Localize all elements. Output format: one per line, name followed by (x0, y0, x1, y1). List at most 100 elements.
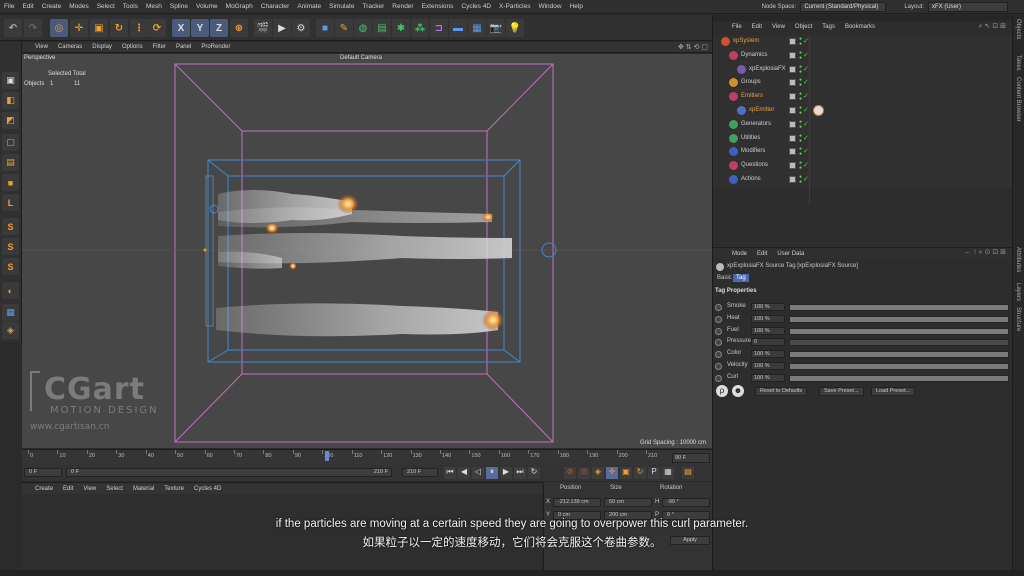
attribute-menu-item[interactable]: Edit (752, 251, 772, 257)
z-axis-button[interactable]: Z (210, 19, 228, 37)
menu-item[interactable]: Character (257, 3, 294, 10)
key-rotation-icon[interactable]: ↻ (634, 467, 646, 479)
enabled-check-icon[interactable]: ✓ (803, 147, 809, 155)
tab-objects[interactable]: Objects (1015, 19, 1021, 39)
visibility-dots-icon[interactable]: ● ● (799, 147, 802, 157)
property-value-field[interactable]: 100 % (751, 350, 785, 359)
material-menu-item[interactable]: Select (101, 486, 128, 492)
menu-item[interactable]: Tools (119, 3, 142, 10)
enabled-check-icon[interactable]: ✓ (803, 106, 809, 114)
viewport-menu-item[interactable]: Cameras (53, 44, 87, 50)
menu-item[interactable]: Modes (65, 3, 93, 10)
menu-item[interactable]: Mesh (142, 3, 166, 10)
object-row[interactable]: Dynamics ● ● ✓ (713, 48, 1013, 63)
preset-icon[interactable]: ☻ (732, 385, 744, 397)
timeline-window-icon[interactable]: ▤ (682, 467, 694, 479)
property-anim-icon[interactable] (715, 374, 722, 382)
go-to-end-icon[interactable]: ⏭ (514, 467, 526, 479)
material-menu-item[interactable]: Edit (58, 486, 78, 492)
live-selection-icon[interactable]: ◎ (50, 19, 68, 37)
menu-item[interactable]: Help (566, 3, 587, 10)
property-value-field[interactable]: 100 % (751, 326, 785, 335)
end-frame-field-2[interactable]: 210 F (402, 468, 438, 477)
object-row[interactable]: Emitters ● ● ✓ (713, 90, 1013, 105)
xp-tag-icon[interactable] (813, 105, 824, 116)
menu-item[interactable]: Select (93, 3, 119, 10)
start-frame-field[interactable]: 0 F (24, 468, 62, 477)
undo-icon[interactable]: ↶ (4, 19, 22, 37)
menu-item[interactable]: MoGraph (222, 3, 257, 10)
camera-icon[interactable]: 📷 (487, 19, 505, 37)
property-anim-icon[interactable] (715, 363, 722, 370)
cloner-icon[interactable]: ✱ (392, 19, 410, 37)
object-visibility-checkbox[interactable] (789, 162, 796, 170)
object-visibility-checkbox[interactable] (789, 148, 796, 156)
polygons-mode-icon[interactable]: ■ (2, 174, 19, 191)
make-editable-icon[interactable]: ▣ (2, 72, 19, 89)
property-slider[interactable] (789, 327, 1009, 335)
object-row[interactable]: xpEmitter ● ● ✓ (713, 104, 1013, 118)
visibility-dots-icon[interactable]: ● ● (799, 106, 802, 116)
object-row[interactable]: Utilities ● ● ✓ (713, 131, 1013, 146)
object-visibility-checkbox[interactable] (789, 134, 796, 142)
visibility-dots-icon[interactable]: ● ● (799, 161, 802, 171)
rotate-icon[interactable]: ↻ (110, 19, 128, 37)
object-row[interactable]: Modifiers ● ● ✓ (713, 145, 1013, 160)
pen-icon[interactable]: ✎ (335, 19, 353, 37)
points-mode-icon[interactable]: ▢ (2, 134, 19, 151)
current-frame-readout[interactable]: 90 F (672, 453, 710, 463)
node-space-dropdown[interactable]: Current (Standard/Physical) (800, 2, 887, 12)
key-position-icon[interactable]: ✛ (606, 467, 618, 479)
enabled-check-icon[interactable]: ✓ (803, 92, 809, 100)
tab-structure[interactable]: Structure (1015, 307, 1021, 331)
object-visibility-checkbox[interactable] (789, 38, 796, 45)
object-menu-item[interactable]: File (727, 24, 747, 30)
workplane-icon[interactable]: ◐ (2, 282, 19, 299)
visibility-dots-icon[interactable]: ● ● (799, 37, 802, 47)
render-settings-icon[interactable]: ⚙ (292, 19, 310, 37)
object-manager-search-icons[interactable]: ⌕ ↖ ⊡ ⊞ (979, 22, 1006, 31)
next-key-icon[interactable]: ▶ (500, 467, 512, 479)
object-row[interactable]: Groups ● ● ✓ (713, 76, 1013, 91)
timeline-ruler[interactable]: 0102030405060708090100110120130140150160… (22, 449, 712, 465)
menu-item[interactable]: Render (388, 3, 417, 10)
menu-item[interactable]: Window (534, 3, 565, 10)
menu-item[interactable]: Tracker (358, 3, 388, 10)
material-menu-item[interactable]: Create (30, 486, 58, 492)
object-row[interactable]: Generators ● ● ✓ (713, 117, 1013, 132)
menu-item[interactable]: Volume (192, 3, 222, 10)
render-picture-viewer-icon[interactable]: ▶ (273, 19, 291, 37)
material-menu-item[interactable]: Cycles 4D (189, 486, 226, 492)
loop-icon[interactable]: ↻ (528, 467, 540, 479)
subdivision-icon[interactable]: ◍ (354, 19, 372, 37)
scale-icon[interactable]: ▣ (90, 19, 108, 37)
menu-item[interactable]: File (0, 3, 18, 10)
menu-item[interactable]: Animate (293, 3, 325, 10)
enabled-check-icon[interactable]: ✓ (803, 51, 809, 59)
tab-attributes[interactable]: Attributes (1015, 247, 1021, 272)
autokey-icon[interactable]: ⊙ (578, 467, 590, 479)
tab-tag[interactable]: Tag (733, 274, 749, 282)
object-menu-item[interactable]: Object (790, 24, 817, 30)
move-icon[interactable]: ✛ (70, 19, 88, 37)
property-anim-icon[interactable] (715, 339, 722, 347)
layout-dropdown[interactable]: xFX (User) (928, 2, 1008, 12)
property-slider[interactable] (789, 351, 1009, 359)
property-slider[interactable] (789, 339, 1009, 347)
render-view-icon[interactable]: 🎬 (254, 19, 272, 37)
menu-item[interactable]: Edit (18, 3, 37, 10)
record-icon[interactable]: ⊘ (564, 467, 576, 479)
key-selection-icon[interactable]: ◈ (592, 467, 604, 479)
object-row[interactable]: xpExplosiaFX ● ● ✓ (713, 62, 1013, 77)
prev-key-icon[interactable]: ◀ (458, 467, 470, 479)
floor-icon[interactable]: ▬ (449, 19, 467, 37)
menu-item[interactable]: Create (38, 3, 66, 10)
axis-mode-icon[interactable]: L (2, 194, 19, 211)
attribute-menu-item[interactable]: Mode (727, 251, 752, 257)
tab-layers[interactable]: Layers (1015, 283, 1021, 301)
key-scale-icon[interactable]: ▣ (620, 467, 632, 479)
property-slider[interactable] (789, 304, 1009, 311)
coordinate-system-icon[interactable]: ⊕ (230, 19, 248, 37)
visibility-dots-icon[interactable]: ● ● (799, 50, 802, 61)
x-axis-button[interactable]: X (172, 19, 190, 37)
